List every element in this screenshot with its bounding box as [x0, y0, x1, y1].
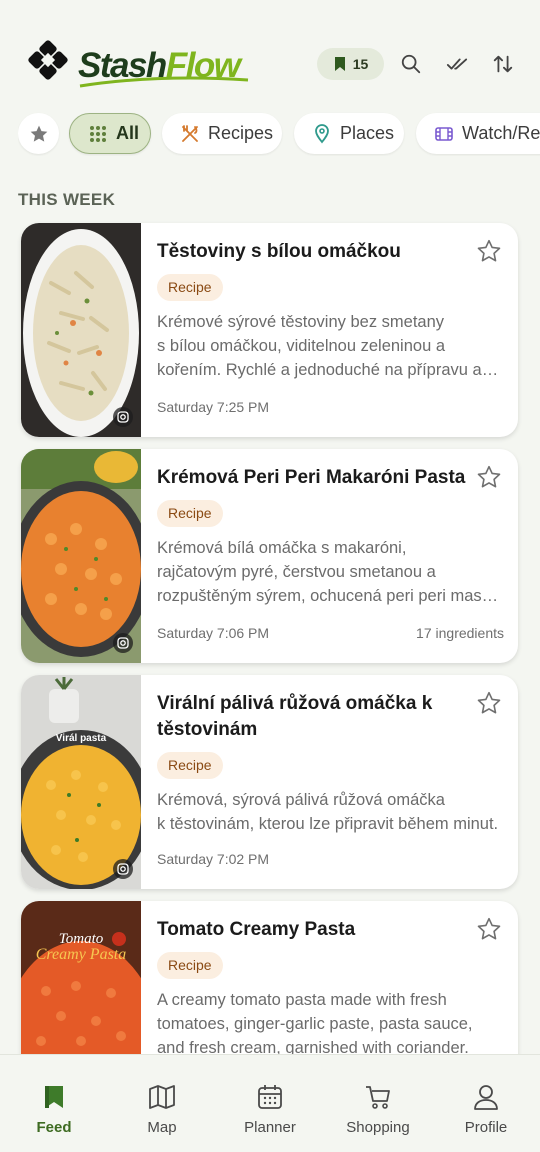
filter-chip-recipes[interactable]: Recipes	[162, 113, 282, 154]
app-logo-icon	[28, 40, 68, 80]
filter-chip-places[interactable]: Places	[294, 113, 404, 154]
card-description: A creamy tomato pasta made with fresh to…	[157, 988, 502, 1060]
brand-swoosh	[79, 76, 249, 88]
card-thumbnail	[21, 449, 141, 663]
filter-chip-label: Places	[340, 123, 395, 143]
nav-label: Planner	[244, 1119, 296, 1136]
bookmark-icon	[334, 57, 345, 71]
nav-item-profile[interactable]: Profile	[432, 1055, 540, 1152]
map-pin-icon	[315, 123, 329, 143]
description-line: s bílou omáčkou, viditelnou zeleninou a	[157, 337, 446, 355]
description-line: kořením. Rychlé a jednoduché na přípravu…	[157, 361, 502, 379]
card-title-line: Virální pálivá růžová omáčka k	[157, 693, 433, 714]
filter-chip-label: Recipes	[208, 123, 274, 143]
description-line: Krémové sýrové těstoviny bez smetany	[157, 313, 445, 331]
favorites-filter-chip[interactable]	[18, 113, 59, 154]
nav-item-map[interactable]: Map	[108, 1055, 216, 1152]
favorite-star-icon[interactable]	[476, 690, 502, 716]
film-icon	[435, 126, 453, 141]
description-line: A creamy tomato pasta made with fresh	[157, 991, 447, 1009]
section-header-this-week: THIS WEEK	[18, 190, 116, 209]
calendar-icon	[258, 1085, 282, 1109]
star-icon	[30, 125, 47, 142]
card-timestamp: Saturday 7:02 PM	[157, 851, 270, 867]
saved-count-badge[interactable]: 15	[317, 48, 384, 80]
pasta-image	[21, 675, 141, 889]
bottom-navigation: Feed Map Planner Shopping Profile	[0, 1054, 540, 1152]
nav-item-feed[interactable]: Feed	[0, 1055, 108, 1152]
nav-label: Shopping	[346, 1119, 410, 1136]
thumbnail-caption: Virál pasta	[55, 733, 107, 744]
grid-icon	[90, 125, 106, 142]
card-title: Těstoviny s bílou omáčkou	[157, 241, 401, 262]
card-timestamp: Saturday 7:25 PM	[157, 399, 270, 415]
description-line: tomatoes, ginger-garlic paste, pasta sau…	[157, 1015, 473, 1033]
favorite-star-icon[interactable]	[476, 238, 502, 264]
nav-label: Profile	[464, 1119, 508, 1136]
favorite-star-icon[interactable]	[476, 464, 502, 490]
filter-chip-label: All	[116, 123, 140, 143]
card-thumbnail: Virál pasta	[21, 675, 141, 889]
search-button[interactable]	[397, 50, 425, 78]
double-check-icon	[446, 58, 468, 70]
filter-chip-label: Watch/Read	[462, 123, 540, 143]
saved-item-card[interactable]: Těstoviny s bílou omáčkou Recipe Krémové…	[21, 223, 518, 437]
category-tag: Recipe	[157, 500, 223, 527]
description-line: Krémová bílá omáčka s makaróni,	[157, 539, 407, 557]
thumbnail-caption: Tomato Creamy Pasta	[21, 931, 141, 963]
ingredient-count: 17 ingredients	[416, 625, 504, 641]
card-description: Krémové sýrové těstoviny bez smetany s b…	[157, 310, 502, 382]
saved-item-card[interactable]: Virál pasta Virální pálivá růžová omáčka…	[21, 675, 518, 889]
app-header: StashFlow 15	[0, 0, 540, 110]
utensils-icon	[182, 124, 198, 142]
filter-chip-watch-read[interactable]: Watch/Read	[416, 113, 540, 154]
card-title-line: těstovinám	[157, 719, 258, 740]
sort-button[interactable]	[489, 50, 517, 78]
map-icon	[149, 1085, 175, 1109]
category-tag: Recipe	[157, 952, 223, 979]
cart-icon	[366, 1086, 390, 1109]
card-thumbnail	[21, 223, 141, 437]
saved-count: 15	[352, 56, 369, 72]
category-tag: Recipe	[157, 274, 223, 301]
thumbnail-caption-line: Tomato	[58, 931, 104, 947]
favorite-star-icon[interactable]	[476, 916, 502, 942]
description-line: rozpuštěným sýrem, ochucená peri peri ma…	[157, 587, 502, 605]
card-description: Krémová bílá omáčka s makaróni, rajčatov…	[157, 536, 502, 608]
card-title: Krémová Peri Peri Makaróni Pasta	[157, 467, 466, 488]
card-title: Tomato Creamy Pasta	[157, 919, 356, 940]
filter-chip-all[interactable]: All	[69, 113, 151, 154]
card-title: Virální pálivá růžová omáčka k těstoviná…	[157, 691, 467, 743]
description-line: k těstovinám, kterou lze připravit během…	[157, 815, 499, 833]
bookmark-icon	[45, 1086, 63, 1108]
sort-arrows-icon	[493, 55, 513, 73]
thumbnail-caption-line: Creamy Pasta	[35, 946, 127, 963]
card-timestamp: Saturday 7:06 PM	[157, 625, 270, 641]
nav-label: Feed	[36, 1119, 72, 1136]
search-icon	[401, 54, 421, 74]
nav-item-shopping[interactable]: Shopping	[324, 1055, 432, 1152]
instagram-source-icon	[113, 407, 133, 427]
nav-label: Map	[147, 1119, 177, 1136]
saved-item-card[interactable]: Krémová Peri Peri Makaróni Pasta Recipe …	[21, 449, 518, 663]
description-line: Krémová, sýrová pálivá růžová omáčka	[157, 791, 445, 809]
select-button[interactable]	[443, 50, 471, 78]
card-description: Krémová, sýrová pálivá růžová omáčka k t…	[157, 788, 502, 836]
description-line: rajčatovým pyré, čerstvou smetanou a	[157, 563, 436, 581]
instagram-source-icon	[113, 633, 133, 653]
person-icon	[474, 1085, 498, 1110]
nav-item-planner[interactable]: Planner	[216, 1055, 324, 1152]
instagram-source-icon	[113, 859, 133, 879]
pasta-image	[21, 223, 141, 437]
filter-chips: All Recipes Places Watch/Read	[18, 112, 540, 156]
pasta-image	[21, 449, 141, 663]
category-tag: Recipe	[157, 752, 223, 779]
